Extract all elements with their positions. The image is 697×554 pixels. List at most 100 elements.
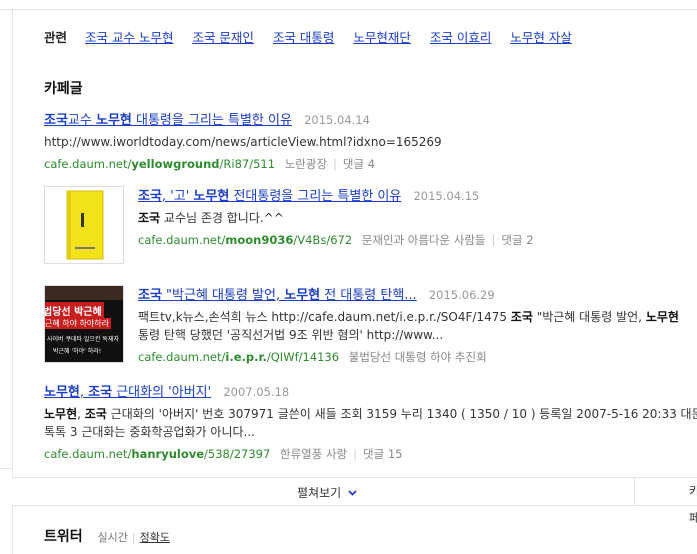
section-title-cafe: 카페글 bbox=[44, 81, 83, 97]
cafe-name[interactable]: 노란광장 bbox=[285, 157, 327, 171]
url-cafe-id: i.e.p.r. bbox=[225, 350, 267, 364]
cafe-result-1: 조국교수 노무현 대통령을 그리는 특별한 이유 2015.04.14 http… bbox=[44, 109, 442, 172]
comment-count[interactable]: 댓글 4 bbox=[343, 157, 375, 171]
snippet-line-1: 노무현, 조국 근대화의 '아버지' 번호 307971 글쓴이 새들 조회 3… bbox=[44, 405, 697, 423]
cafe-result-3: 조국 "박근혜 대통령 발언, 노무현 전 대통령 탄핵... 2015.06.… bbox=[138, 284, 679, 365]
snippet-text: , bbox=[77, 407, 85, 421]
snippet-keyword: 조국 bbox=[510, 310, 533, 324]
cafe-result-2: 조국, '고' 노무현 전대통령을 그리는 특별한 이유 2015.04.15 … bbox=[138, 185, 534, 248]
title-text: "박근혜 대통령 발언, bbox=[161, 288, 285, 303]
result-date: 2007.05.18 bbox=[223, 385, 290, 399]
result-title[interactable]: 조국교수 노무현 대통령을 그리는 특별한 이유 2015.04.14 bbox=[44, 109, 442, 128]
cafe-name[interactable]: 불법당선 대통령 하야 추진회 bbox=[349, 350, 487, 364]
result-snippet: 조국 교수님 존경 합니다.^^ bbox=[138, 209, 534, 227]
url-cafe-id: moon9036 bbox=[225, 233, 294, 247]
result-meta: cafe.daum.net/hanryulove/538/27397 한류열풍 … bbox=[44, 446, 697, 462]
cafe-result-4: 노무현, 조국 근대화의 '아버지' 2007.05.18 노무현, 조국 근대… bbox=[44, 381, 697, 462]
url-cafe-id: yellowground bbox=[131, 157, 220, 171]
result-url[interactable]: cafe.daum.net/hanryulove/538/27397 bbox=[44, 447, 270, 461]
book-cover-icon bbox=[66, 190, 104, 260]
more-results-bar: 펼쳐보기 카페 bbox=[12, 477, 697, 525]
title-text: 근대화의 '아버지' bbox=[112, 385, 212, 400]
result-meta: cafe.daum.net/i.e.p.r./QIWf/14136 불법당선 대… bbox=[138, 349, 679, 365]
sign-text-1: 법당선 박근혜 bbox=[45, 302, 104, 319]
url-cafe-id: hanryulove bbox=[131, 447, 205, 461]
left-border bbox=[12, 10, 13, 554]
cafe-more-link[interactable]: 카페 bbox=[634, 478, 697, 525]
title-keyword: 노무현 bbox=[95, 113, 132, 128]
result-url[interactable]: cafe.daum.net/moon9036/V4Bs/672 bbox=[138, 233, 352, 247]
title-keyword: 조국 bbox=[88, 385, 113, 400]
related-link-4[interactable]: 노무현재단 bbox=[353, 30, 411, 45]
snippet-keyword: 조국 bbox=[84, 407, 107, 421]
snippet-text: 교수님 존경 합니다.^^ bbox=[160, 211, 284, 225]
url-suffix: /V4Bs/672 bbox=[293, 233, 353, 247]
result-url[interactable]: cafe.daum.net/yellowground/Ri87/511 bbox=[44, 157, 275, 171]
top-divider bbox=[0, 0, 697, 10]
title-text: 전대통령을 그리는 특별한 이유 bbox=[229, 189, 402, 204]
title-keyword: 노무현 bbox=[44, 385, 80, 400]
title-text: , bbox=[79, 385, 89, 400]
result-date: 2015.04.14 bbox=[304, 113, 370, 127]
related-link-2[interactable]: 조국 문재인 bbox=[192, 30, 253, 45]
result-title-link[interactable]: 노무현, 조국 근대화의 '아버지' bbox=[44, 385, 211, 400]
result-snippet: 팩트tv,k뉴스,손석희 뉴스 http://cafe.daum.net/i.e… bbox=[138, 308, 679, 344]
comment-count[interactable]: 댓글 15 bbox=[363, 447, 402, 461]
chevron-down-icon bbox=[348, 490, 357, 496]
title-keyword: 조국 bbox=[138, 288, 162, 303]
snippet-text: 근대화의 '아버지' 번호 307971 글쓴이 새들 조회 3159 누리 1… bbox=[106, 407, 697, 421]
result-title-link[interactable]: 조국교수 노무현 대통령을 그리는 특별한 이유 bbox=[44, 113, 292, 128]
result-title[interactable]: 조국, '고' 노무현 전대통령을 그리는 특별한 이유 2015.04.15 bbox=[138, 185, 534, 204]
result-thumbnail-book[interactable] bbox=[44, 186, 124, 264]
related-searches: 관련 조국 교수 노무현 조국 문재인 조국 대통령 노무현재단 조국 이효리 … bbox=[44, 27, 587, 46]
cafe-name[interactable]: 문재인과 아름다운 사람들 bbox=[362, 233, 486, 247]
title-text: 대통령을 그리는 특별한 이유 bbox=[131, 113, 292, 128]
url-suffix: /538/27397 bbox=[204, 447, 271, 461]
result-snippet: http://www.iworldtoday.com/news/articleV… bbox=[44, 135, 442, 149]
snippet-line-2: 통령 탄핵 당했던 '공직선거법 9조 위반 혐의' http://www... bbox=[138, 328, 444, 342]
expand-label: 펼쳐보기 bbox=[297, 486, 342, 500]
expand-button[interactable]: 펼쳐보기 bbox=[297, 484, 357, 501]
sort-accuracy[interactable]: 정확도 bbox=[140, 531, 170, 544]
section-title-twitter: 트위터 bbox=[44, 529, 83, 545]
snippet-line-1: 팩트tv,k뉴스,손석희 뉴스 http://cafe.daum.net/i.e… bbox=[138, 308, 679, 326]
result-title-link[interactable]: 조국, '고' 노무현 전대통령을 그리는 특별한 이유 bbox=[138, 189, 401, 204]
result-title-link[interactable]: 조국 "박근혜 대통령 발언, 노무현 전 대통령 탄핵... bbox=[138, 288, 417, 303]
twitter-section-header: 트위터 실시간 | 정확도 bbox=[44, 526, 170, 546]
related-link-6[interactable]: 노무현 자살 bbox=[510, 30, 571, 45]
result-url[interactable]: cafe.daum.net/i.e.p.r./QIWf/14136 bbox=[138, 350, 339, 364]
snippet-text: 팩트tv,k뉴스,손석희 뉴스 http://cafe.daum.net/i.e… bbox=[138, 310, 511, 324]
result-thumbnail-protest[interactable]: 법당선 박근혜 근혜 하야 하야하라 사이버 쿠데타 일으킨 독재자 박근혜 '… bbox=[44, 285, 124, 363]
related-link-5[interactable]: 조국 이효리 bbox=[430, 30, 491, 45]
comment-count[interactable]: 댓글 2 bbox=[501, 233, 533, 247]
sort-separator: | bbox=[131, 531, 136, 544]
url-suffix: /Ri87/511 bbox=[219, 157, 276, 171]
result-title[interactable]: 조국 "박근혜 대통령 발언, 노무현 전 대통령 탄핵... 2015.06.… bbox=[138, 284, 679, 303]
related-link-1[interactable]: 조국 교수 노무현 bbox=[85, 30, 173, 45]
result-date: 2015.06.29 bbox=[428, 288, 495, 302]
snippet-keyword: 노무현 bbox=[645, 310, 679, 324]
cafe-name[interactable]: 한류열풍 사랑 bbox=[280, 447, 347, 461]
result-snippet: 노무현, 조국 근대화의 '아버지' 번호 307971 글쓴이 새들 조회 3… bbox=[44, 405, 697, 441]
result-title[interactable]: 노무현, 조국 근대화의 '아버지' 2007.05.18 bbox=[44, 381, 697, 400]
title-keyword: 노무현 bbox=[193, 189, 230, 204]
url-suffix: /QIWf/14136 bbox=[266, 350, 340, 364]
snippet-keyword: 조국 bbox=[138, 211, 161, 225]
left-border-tick bbox=[0, 468, 12, 469]
meta-separator: | bbox=[491, 233, 496, 247]
snippet-line-2: 톡톡 3 근대화는 중화학공업화가 아니다... bbox=[44, 425, 255, 439]
sign-text-2: 근혜 하야 하야하라 bbox=[45, 318, 111, 329]
sort-realtime[interactable]: 실시간 bbox=[98, 531, 128, 544]
result-date: 2015.04.15 bbox=[413, 189, 480, 203]
meta-separator: | bbox=[353, 447, 357, 461]
related-label: 관련 bbox=[44, 30, 68, 45]
title-keyword: 조국 bbox=[138, 189, 162, 204]
result-meta: cafe.daum.net/moon9036/V4Bs/672 문재인과 아름다… bbox=[138, 232, 534, 248]
title-text: 교수 bbox=[67, 113, 96, 128]
related-link-3[interactable]: 조국 대통령 bbox=[273, 30, 334, 45]
snippet-text: "박근혜 대통령 발언, bbox=[532, 310, 646, 324]
url-prefix: cafe.daum.net/ bbox=[138, 233, 226, 247]
title-text: , '고' bbox=[161, 189, 194, 204]
snippet-keyword: 노무현 bbox=[44, 407, 78, 421]
title-keyword: 노무현 bbox=[284, 288, 321, 303]
